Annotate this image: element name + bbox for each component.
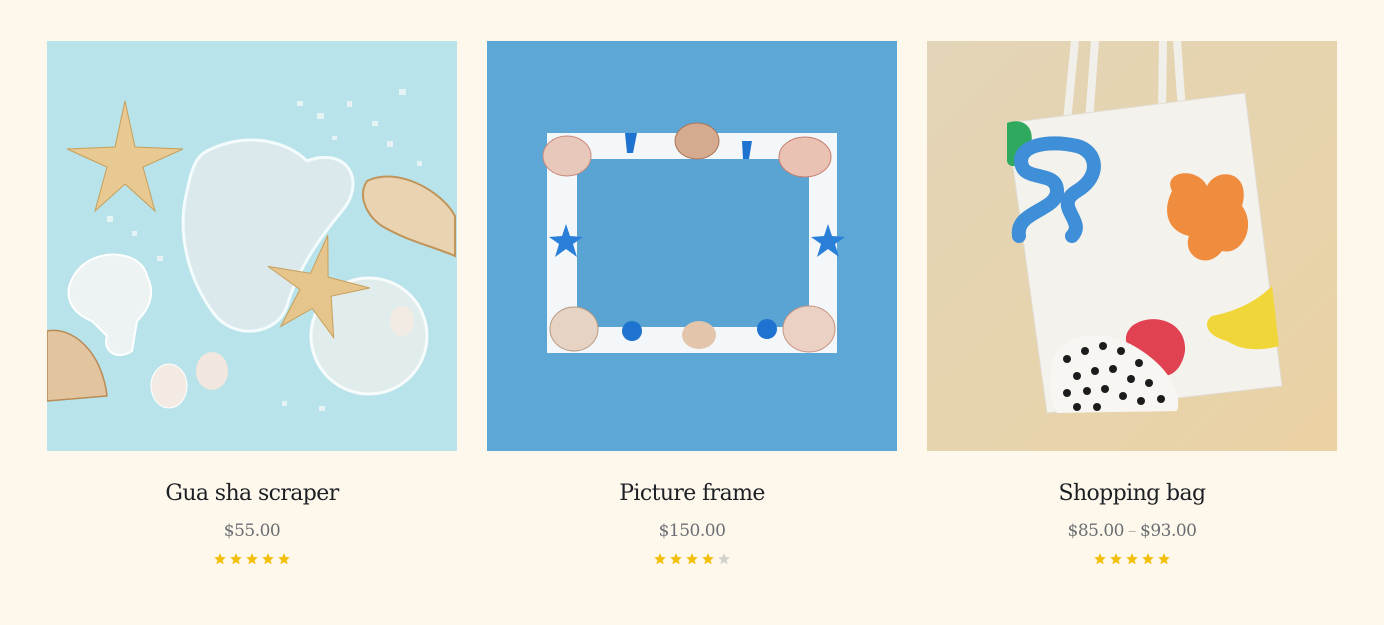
shopping-bag-image [927,41,1337,451]
star-filled-icon [214,553,226,565]
product-title[interactable]: Gua sha scraper [165,481,339,507]
price-value: $150.00 [658,521,726,541]
rating-stars [653,552,731,566]
product-image-picture-frame[interactable] [487,41,897,451]
rating-stars [1093,552,1171,566]
product-grid: Gua sha scraper $55.00 Picture frame $15… [47,41,1337,566]
product-price: $150.00 [659,520,726,542]
product-card: Shopping bag $85.00– $93.00 [927,41,1337,566]
star-empty-icon [718,553,730,565]
price-max: $93.00 [1140,521,1197,541]
product-title[interactable]: Shopping bag [1058,481,1206,507]
star-filled-icon [686,553,698,565]
star-filled-icon [702,553,714,565]
star-filled-icon [230,553,242,565]
product-title[interactable]: Picture frame [619,481,765,507]
product-price-range: $85.00– $93.00 [1068,520,1197,542]
star-filled-icon [670,553,682,565]
price-value: $55.00 [223,521,281,541]
star-filled-icon [278,553,290,565]
gua-sha-image [47,41,457,451]
star-filled-icon [1110,553,1122,565]
picture-frame-image [487,41,897,451]
product-image-shopping-bag[interactable] [927,41,1337,451]
product-card: Gua sha scraper $55.00 [47,41,457,566]
product-card: Picture frame $150.00 [487,41,897,566]
star-filled-icon [262,553,274,565]
star-filled-icon [1158,553,1170,565]
price-min: $85.00 [1067,521,1125,541]
star-filled-icon [654,553,666,565]
star-filled-icon [1094,553,1106,565]
star-filled-icon [246,553,258,565]
star-filled-icon [1142,553,1154,565]
product-image-gua-sha[interactable] [47,41,457,451]
star-filled-icon [1126,553,1138,565]
rating-stars [213,552,291,566]
product-price: $55.00 [223,520,281,542]
price-separator: – [1128,521,1137,541]
